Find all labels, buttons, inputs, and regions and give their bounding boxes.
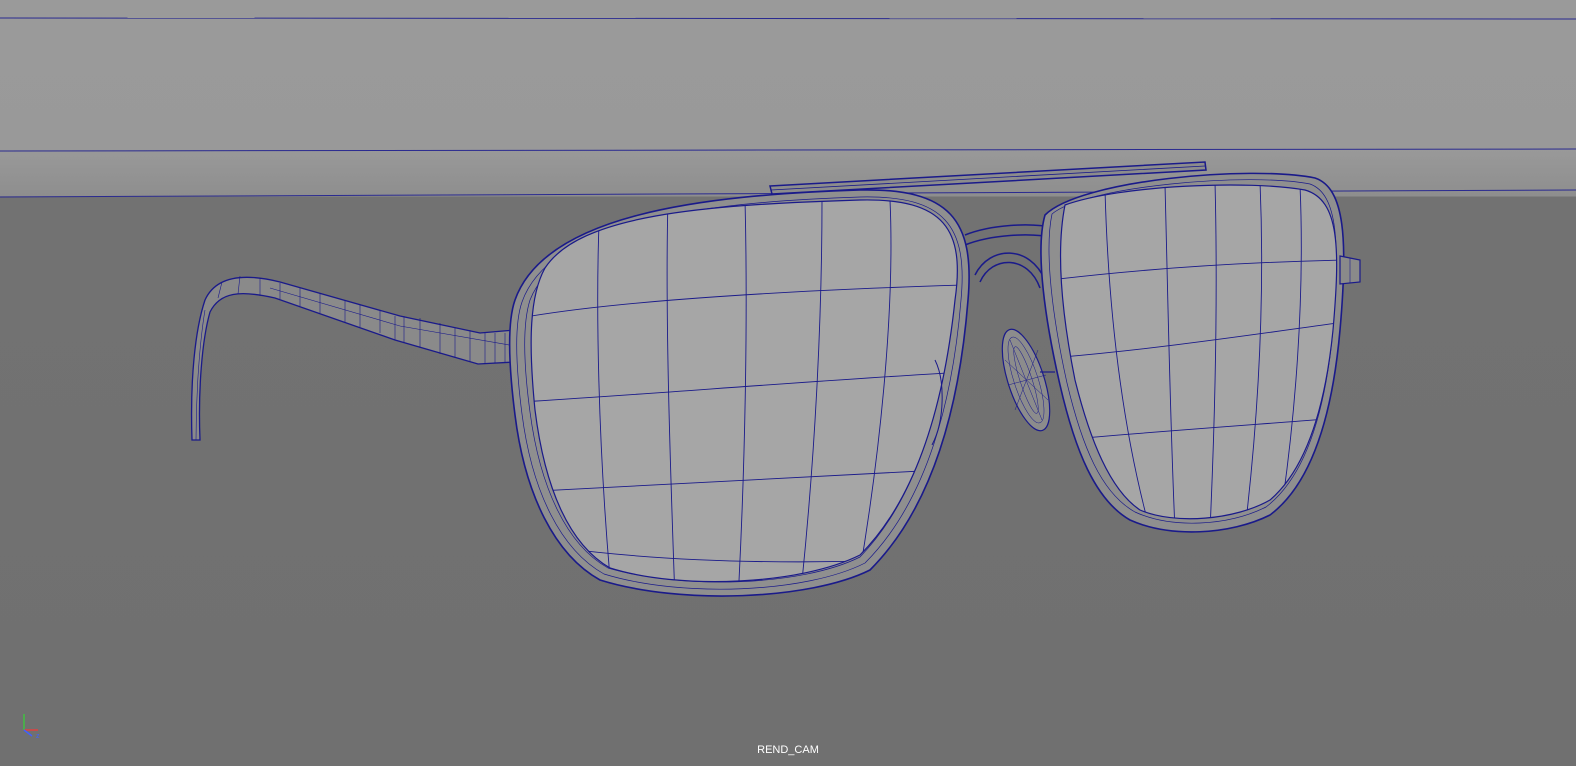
3d-viewport[interactable]: z REND_CAM <box>0 0 1576 766</box>
grid-lines <box>0 17 1576 198</box>
left-lens <box>508 189 970 597</box>
xyz-axis-icon: z <box>23 714 40 740</box>
camera-name-label: REND_CAM <box>757 744 819 756</box>
right-lens <box>1040 172 1345 533</box>
svg-text:z: z <box>36 733 40 740</box>
left-temple-arm <box>190 275 516 441</box>
scene-wireframe <box>0 17 1576 597</box>
right-hinge <box>1339 255 1361 285</box>
